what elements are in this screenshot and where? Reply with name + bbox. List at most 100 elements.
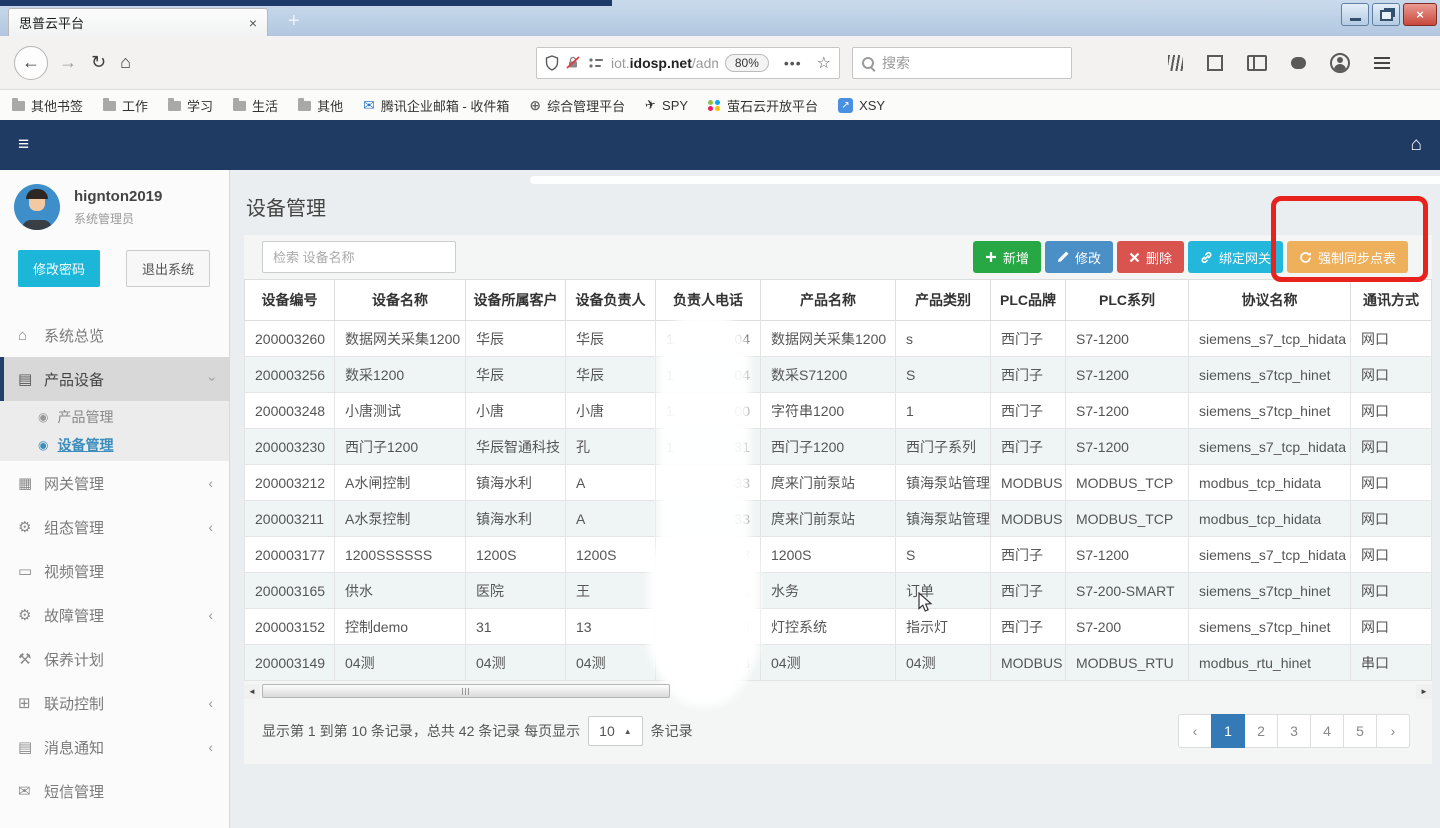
sidebar: hignton2019 系统管理员 修改密码 退出系统 ⌂系统总览▤产品设备‹◉… xyxy=(0,170,230,828)
table-row[interactable]: 200003260数据网关采集1200华辰华辰104数据网关采集1200s西门子… xyxy=(245,321,1432,357)
home-button[interactable]: ⌂ xyxy=(120,52,131,73)
bookmark-link[interactable]: 萤石云开放平台 xyxy=(708,96,818,115)
cell-plc_brand: MODBUS xyxy=(991,501,1066,537)
forward-button[interactable]: → xyxy=(59,52,77,73)
table-row[interactable]: 200003165供水医院王41水务订单西门子S7-200-SMARTsieme… xyxy=(245,573,1432,609)
bookmark-link[interactable]: ↗XSY xyxy=(838,98,885,113)
table-row[interactable]: 200003211A水泵控制镇海水利A33庹来门前泵站镇海泵站管理MODBUSM… xyxy=(245,501,1432,537)
bookmark-folder[interactable]: 学习 xyxy=(168,96,213,115)
phone-cell: 41 xyxy=(656,573,761,609)
user-panel: hignton2019 系统管理员 修改密码 退出系统 xyxy=(0,170,229,287)
pocket-icon[interactable] xyxy=(1291,57,1306,69)
menu-icon[interactable] xyxy=(1374,57,1390,69)
page-button-1[interactable]: 1 xyxy=(1211,714,1245,748)
page-button-4[interactable]: 4 xyxy=(1310,714,1344,748)
cell-category: 订单 xyxy=(896,573,991,609)
close-button[interactable]: × xyxy=(1403,3,1437,26)
change-password-button[interactable]: 修改密码 xyxy=(18,250,100,287)
table-row[interactable]: 2000031771200SSSSSS1200S1200S881200SS西门子… xyxy=(245,537,1432,573)
sidebar-item[interactable]: ⚙组态管理‹ xyxy=(0,505,229,549)
bookmark-star-icon[interactable]: ☆ xyxy=(817,53,831,73)
table-row[interactable]: 200003256数采1200华辰华辰104数采S71200S西门子S7-120… xyxy=(245,357,1432,393)
scrollbar-thumb[interactable] xyxy=(262,684,670,698)
page-button-3[interactable]: 3 xyxy=(1277,714,1311,748)
cell-protocol: siemens_s7tcp_hinet xyxy=(1189,573,1351,609)
red-annotation-box xyxy=(1271,196,1428,282)
new-tab-button[interactable]: + xyxy=(288,8,300,34)
cell-name: 西门子1200 xyxy=(335,429,466,465)
tab-close-icon[interactable]: × xyxy=(249,15,257,31)
bookmark-folder[interactable]: 其他书签 xyxy=(12,96,83,115)
page-button-›[interactable]: › xyxy=(1376,714,1410,748)
sidebar-item-label: 短信管理 xyxy=(44,781,104,802)
cell-customer: 1200S xyxy=(466,537,566,573)
cell-product: 水务 xyxy=(761,573,896,609)
cell-protocol: modbus_tcp_hidata xyxy=(1189,465,1351,501)
search-bar[interactable]: 搜索 xyxy=(852,47,1072,79)
sidebar-item[interactable]: ⚙故障管理‹ xyxy=(0,593,229,637)
device-search-input[interactable] xyxy=(262,241,456,273)
cell-protocol: siemens_s7tcp_hinet xyxy=(1189,357,1351,393)
sidebar-item[interactable]: ⚒保养计划 xyxy=(0,637,229,681)
scroll-left-arrow[interactable]: ◄ xyxy=(244,684,260,699)
phone-cell: 104 xyxy=(656,321,761,357)
cell-customer: 04测 xyxy=(466,645,566,681)
page-button-5[interactable]: 5 xyxy=(1343,714,1377,748)
sidebar-item[interactable]: ▦网关管理‹ xyxy=(0,461,229,505)
page-actions-icon[interactable]: ••• xyxy=(784,55,802,71)
logout-button[interactable]: 退出系统 xyxy=(126,250,210,287)
sidebar-collapse-icon[interactable]: ≡ xyxy=(18,134,29,156)
edit-button[interactable]: 修改 xyxy=(1045,241,1113,273)
cell-category: S xyxy=(896,357,991,393)
sidebar-item[interactable]: ▭视频管理 xyxy=(0,549,229,593)
cell-name: 供水 xyxy=(335,573,466,609)
account-icon[interactable] xyxy=(1330,53,1350,73)
sidebar-toggle-icon[interactable] xyxy=(1247,55,1267,71)
sidebar-item[interactable]: ⌂系统总览 xyxy=(0,313,229,357)
bookmark-link[interactable]: ⊕综合管理平台 xyxy=(529,96,625,115)
url-bar[interactable]: iot.idosp.net/admin/index.html?lang 80% … xyxy=(536,47,840,79)
column-header: 协议名称 xyxy=(1189,280,1351,321)
back-button[interactable]: ← xyxy=(14,46,48,80)
sidebar-item[interactable]: ▦空间管理 xyxy=(0,813,229,828)
add-button[interactable]: 新增 xyxy=(973,241,1041,273)
restore-button[interactable] xyxy=(1372,3,1400,26)
page-button-2[interactable]: 2 xyxy=(1244,714,1278,748)
bookmark-label: XSY xyxy=(859,98,885,113)
bookmark-link[interactable]: ✈SPY xyxy=(645,97,688,113)
insecure-lock-icon[interactable] xyxy=(566,55,581,70)
sidebar-item[interactable]: ⊞联动控制‹ xyxy=(0,681,229,725)
table-row[interactable]: 200003152控制demo311318灯控系统指示灯西门子S7-200sie… xyxy=(245,609,1432,645)
sidebar-item[interactable]: ✉短信管理 xyxy=(0,769,229,813)
phone-cell: 18 xyxy=(656,609,761,645)
zoom-level-badge[interactable]: 80% xyxy=(725,54,769,72)
refresh-button[interactable]: ↻ xyxy=(91,52,106,73)
table-row[interactable]: 20000314904测04测04测15804测04测MODBUSMODBUS_… xyxy=(245,645,1432,681)
sidebar-subitem[interactable]: ◉产品管理 xyxy=(0,403,229,431)
column-header: 设备负责人 xyxy=(566,280,656,321)
cell-name: 1200SSSSSS xyxy=(335,537,466,573)
library-icon[interactable] xyxy=(1168,55,1183,71)
page-size-select[interactable]: 10 ▲ xyxy=(588,716,643,746)
table-row[interactable]: 200003248小唐测试小唐小唐100字符串12001西门子S7-1200si… xyxy=(245,393,1432,429)
user-name: hignton2019 xyxy=(74,188,162,205)
sidebar-subitem[interactable]: ◉设备管理 xyxy=(0,431,229,459)
bookmark-link[interactable]: ✉腾讯企业邮箱 - 收件箱 xyxy=(363,96,509,115)
scroll-right-arrow[interactable]: ► xyxy=(1416,684,1432,699)
app-home-icon[interactable]: ⌂ xyxy=(1411,134,1422,156)
bookmark-folder[interactable]: 生活 xyxy=(233,96,278,115)
page-button-‹[interactable]: ‹ xyxy=(1178,714,1212,748)
bind-gateway-button[interactable]: 绑定网关 xyxy=(1188,241,1283,273)
main-content: 设备管理 新增修改删除绑定网关强制同步点表 设备编号设备名称设备所属客户设备负责… xyxy=(230,170,1440,828)
delete-button[interactable]: 删除 xyxy=(1117,241,1184,273)
screenshot-icon[interactable] xyxy=(1207,55,1223,71)
permissions-icon[interactable] xyxy=(588,57,604,69)
sidebar-item[interactable]: ▤消息通知‹ xyxy=(0,725,229,769)
bookmark-folder[interactable]: 工作 xyxy=(103,96,148,115)
table-row[interactable]: 200003230西门子1200华辰智通科技孔131西门子1200西门子系列西门… xyxy=(245,429,1432,465)
bookmark-folder[interactable]: 其他 xyxy=(298,96,343,115)
table-row[interactable]: 200003212A水闸控制镇海水利A33庹来门前泵站镇海泵站管理MODBUSM… xyxy=(245,465,1432,501)
minimize-button[interactable] xyxy=(1341,3,1369,26)
sidebar-item[interactable]: ▤产品设备‹ xyxy=(0,357,229,401)
browser-tab[interactable]: 思普云平台 × xyxy=(8,8,268,36)
